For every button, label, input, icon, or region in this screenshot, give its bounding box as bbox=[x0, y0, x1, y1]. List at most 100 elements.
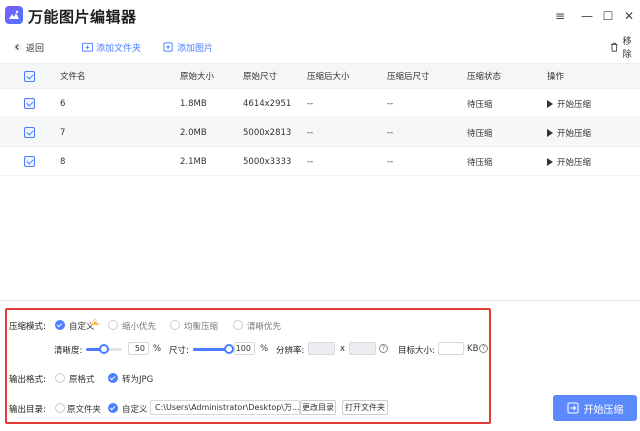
cell-status: 待压缩 bbox=[467, 99, 493, 110]
target-size-label: 目标大小: bbox=[398, 346, 435, 356]
col-orig-size: 原始大小 bbox=[180, 72, 215, 82]
trash-icon bbox=[610, 42, 618, 52]
row-start-button[interactable]: 开始压缩 bbox=[547, 119, 591, 146]
row-start-button[interactable]: 开始压缩 bbox=[547, 90, 591, 117]
row-start-label: 开始压缩 bbox=[557, 157, 592, 168]
cell-comp-dim: -- bbox=[387, 98, 394, 109]
minimize-button[interactable]: — bbox=[580, 9, 594, 23]
cell-status: 待压缩 bbox=[467, 128, 493, 139]
mode-small-label: 缩小优先 bbox=[122, 322, 157, 332]
mode-label: 压缩模式: bbox=[9, 322, 46, 332]
size-input[interactable]: 100 bbox=[234, 342, 255, 355]
add-folder-label: 添加文件夹 bbox=[96, 43, 142, 54]
cell-orig-dim: 5000x2813 bbox=[243, 127, 292, 138]
chevron-left-icon bbox=[13, 42, 22, 52]
row-start-button[interactable]: 开始压缩 bbox=[547, 148, 591, 175]
add-folder-button[interactable]: 添加文件夹 bbox=[82, 40, 141, 54]
mode-radio-small[interactable] bbox=[108, 320, 118, 330]
toolbar: 返回 添加文件夹 添加图片 移除 bbox=[0, 36, 640, 60]
change-dir-button[interactable]: 更改目录 bbox=[300, 400, 336, 415]
row-checkbox[interactable] bbox=[24, 90, 35, 117]
table-header: 文件名 原始大小 原始尺寸 压缩后大小 压缩后尺寸 压缩状态 操作 bbox=[0, 63, 640, 89]
cell-status: 待压缩 bbox=[467, 157, 493, 168]
premium-badge-icon bbox=[91, 318, 99, 325]
clarity-slider-thumb[interactable] bbox=[99, 344, 109, 354]
size-unit: % bbox=[260, 344, 269, 354]
clarity-input[interactable]: 50 bbox=[128, 342, 149, 355]
outdir-radio-custom[interactable] bbox=[108, 403, 118, 413]
row-start-label: 开始压缩 bbox=[557, 128, 592, 139]
menu-icon[interactable]: ≡ bbox=[553, 9, 567, 23]
resolution-height-input[interactable] bbox=[349, 342, 376, 355]
play-icon bbox=[547, 157, 553, 166]
mode-radio-clarity[interactable] bbox=[233, 320, 243, 330]
cell-name: 8 bbox=[60, 156, 66, 167]
row-checkbox[interactable] bbox=[24, 148, 35, 175]
remove-label: 移除 bbox=[622, 37, 632, 60]
outdir-radio-original[interactable] bbox=[55, 403, 65, 413]
col-status: 压缩状态 bbox=[467, 72, 502, 82]
cell-name: 6 bbox=[60, 98, 66, 109]
app-title: 万能图片编辑器 bbox=[28, 8, 137, 26]
cell-orig-dim: 4614x2951 bbox=[243, 98, 292, 109]
add-image-label: 添加图片 bbox=[177, 43, 214, 54]
target-size-unit: KB bbox=[467, 344, 479, 354]
clarity-unit: % bbox=[153, 344, 162, 354]
row-start-label: 开始压缩 bbox=[557, 99, 592, 110]
maximize-button[interactable]: ☐ bbox=[601, 9, 615, 23]
start-compress-label: 开始压缩 bbox=[583, 404, 624, 416]
format-original-label: 原格式 bbox=[69, 375, 95, 385]
mode-radio-balanced[interactable] bbox=[170, 320, 180, 330]
mode-clarity-label: 清晰优先 bbox=[247, 322, 282, 332]
outdir-custom-label: 自定义 bbox=[122, 405, 148, 415]
row-checkbox[interactable] bbox=[24, 119, 35, 146]
col-comp-dim: 压缩后尺寸 bbox=[387, 72, 430, 82]
cell-orig-size: 2.1MB bbox=[180, 156, 207, 167]
size-slider-thumb[interactable] bbox=[224, 344, 234, 354]
size-label: 尺寸: bbox=[169, 346, 189, 356]
start-compress-button[interactable]: 开始压缩 bbox=[553, 395, 637, 421]
cell-orig-size: 2.0MB bbox=[180, 127, 207, 138]
output-dir-label: 输出目录: bbox=[9, 405, 46, 415]
table-row[interactable]: 6 1.8MB 4614x2951 -- -- 待压缩 开始压缩 bbox=[0, 90, 640, 118]
title-bar: 万能图片编辑器 ≡ — ☐ ✕ bbox=[0, 0, 640, 34]
app-logo-icon bbox=[5, 6, 23, 24]
cell-orig-size: 1.8MB bbox=[180, 98, 207, 109]
cell-comp-size: -- bbox=[307, 127, 314, 138]
target-size-input[interactable] bbox=[438, 342, 464, 355]
resolution-help-icon[interactable]: ? bbox=[379, 344, 388, 353]
outdir-original-label: 原文件夹 bbox=[67, 405, 102, 415]
output-path-field[interactable]: C:\Users\Administrator\Desktop\万... bbox=[150, 400, 300, 415]
image-plus-icon bbox=[163, 42, 173, 52]
remove-button[interactable]: 移除 bbox=[609, 37, 640, 60]
mode-radio-custom[interactable] bbox=[55, 320, 65, 330]
col-comp-size: 压缩后大小 bbox=[307, 72, 350, 82]
table-row[interactable]: 7 2.0MB 5000x2813 -- -- 待压缩 开始压缩 bbox=[0, 119, 640, 147]
target-size-help-icon[interactable]: ? bbox=[479, 344, 488, 353]
col-action: 操作 bbox=[547, 72, 565, 82]
format-radio-original[interactable] bbox=[55, 373, 65, 383]
format-radio-jpg[interactable] bbox=[108, 373, 118, 383]
add-image-button[interactable]: 添加图片 bbox=[163, 40, 213, 54]
back-button[interactable]: 返回 bbox=[12, 40, 44, 54]
cell-comp-dim: -- bbox=[387, 127, 394, 138]
col-name: 文件名 bbox=[60, 72, 86, 82]
cell-orig-dim: 5000x3333 bbox=[243, 156, 292, 167]
clarity-slider[interactable] bbox=[86, 344, 122, 354]
close-button[interactable]: ✕ bbox=[622, 9, 636, 23]
select-all-checkbox[interactable] bbox=[24, 64, 35, 88]
back-label: 返回 bbox=[26, 43, 45, 54]
table-row[interactable]: 8 2.1MB 5000x3333 -- -- 待压缩 开始压缩 bbox=[0, 148, 640, 176]
size-slider[interactable] bbox=[193, 344, 234, 354]
open-folder-button[interactable]: 打开文件夹 bbox=[342, 400, 388, 415]
resolution-width-input[interactable] bbox=[308, 342, 335, 355]
resolution-label: 分辨率: bbox=[276, 346, 305, 356]
clarity-label: 清晰度: bbox=[54, 346, 83, 356]
play-icon bbox=[547, 128, 553, 137]
cell-comp-size: -- bbox=[307, 98, 314, 109]
cell-comp-dim: -- bbox=[387, 156, 394, 167]
format-label: 输出格式: bbox=[9, 375, 46, 385]
play-icon bbox=[547, 99, 553, 108]
resolution-separator: x bbox=[340, 344, 346, 354]
col-orig-dim: 原始尺寸 bbox=[243, 72, 278, 82]
